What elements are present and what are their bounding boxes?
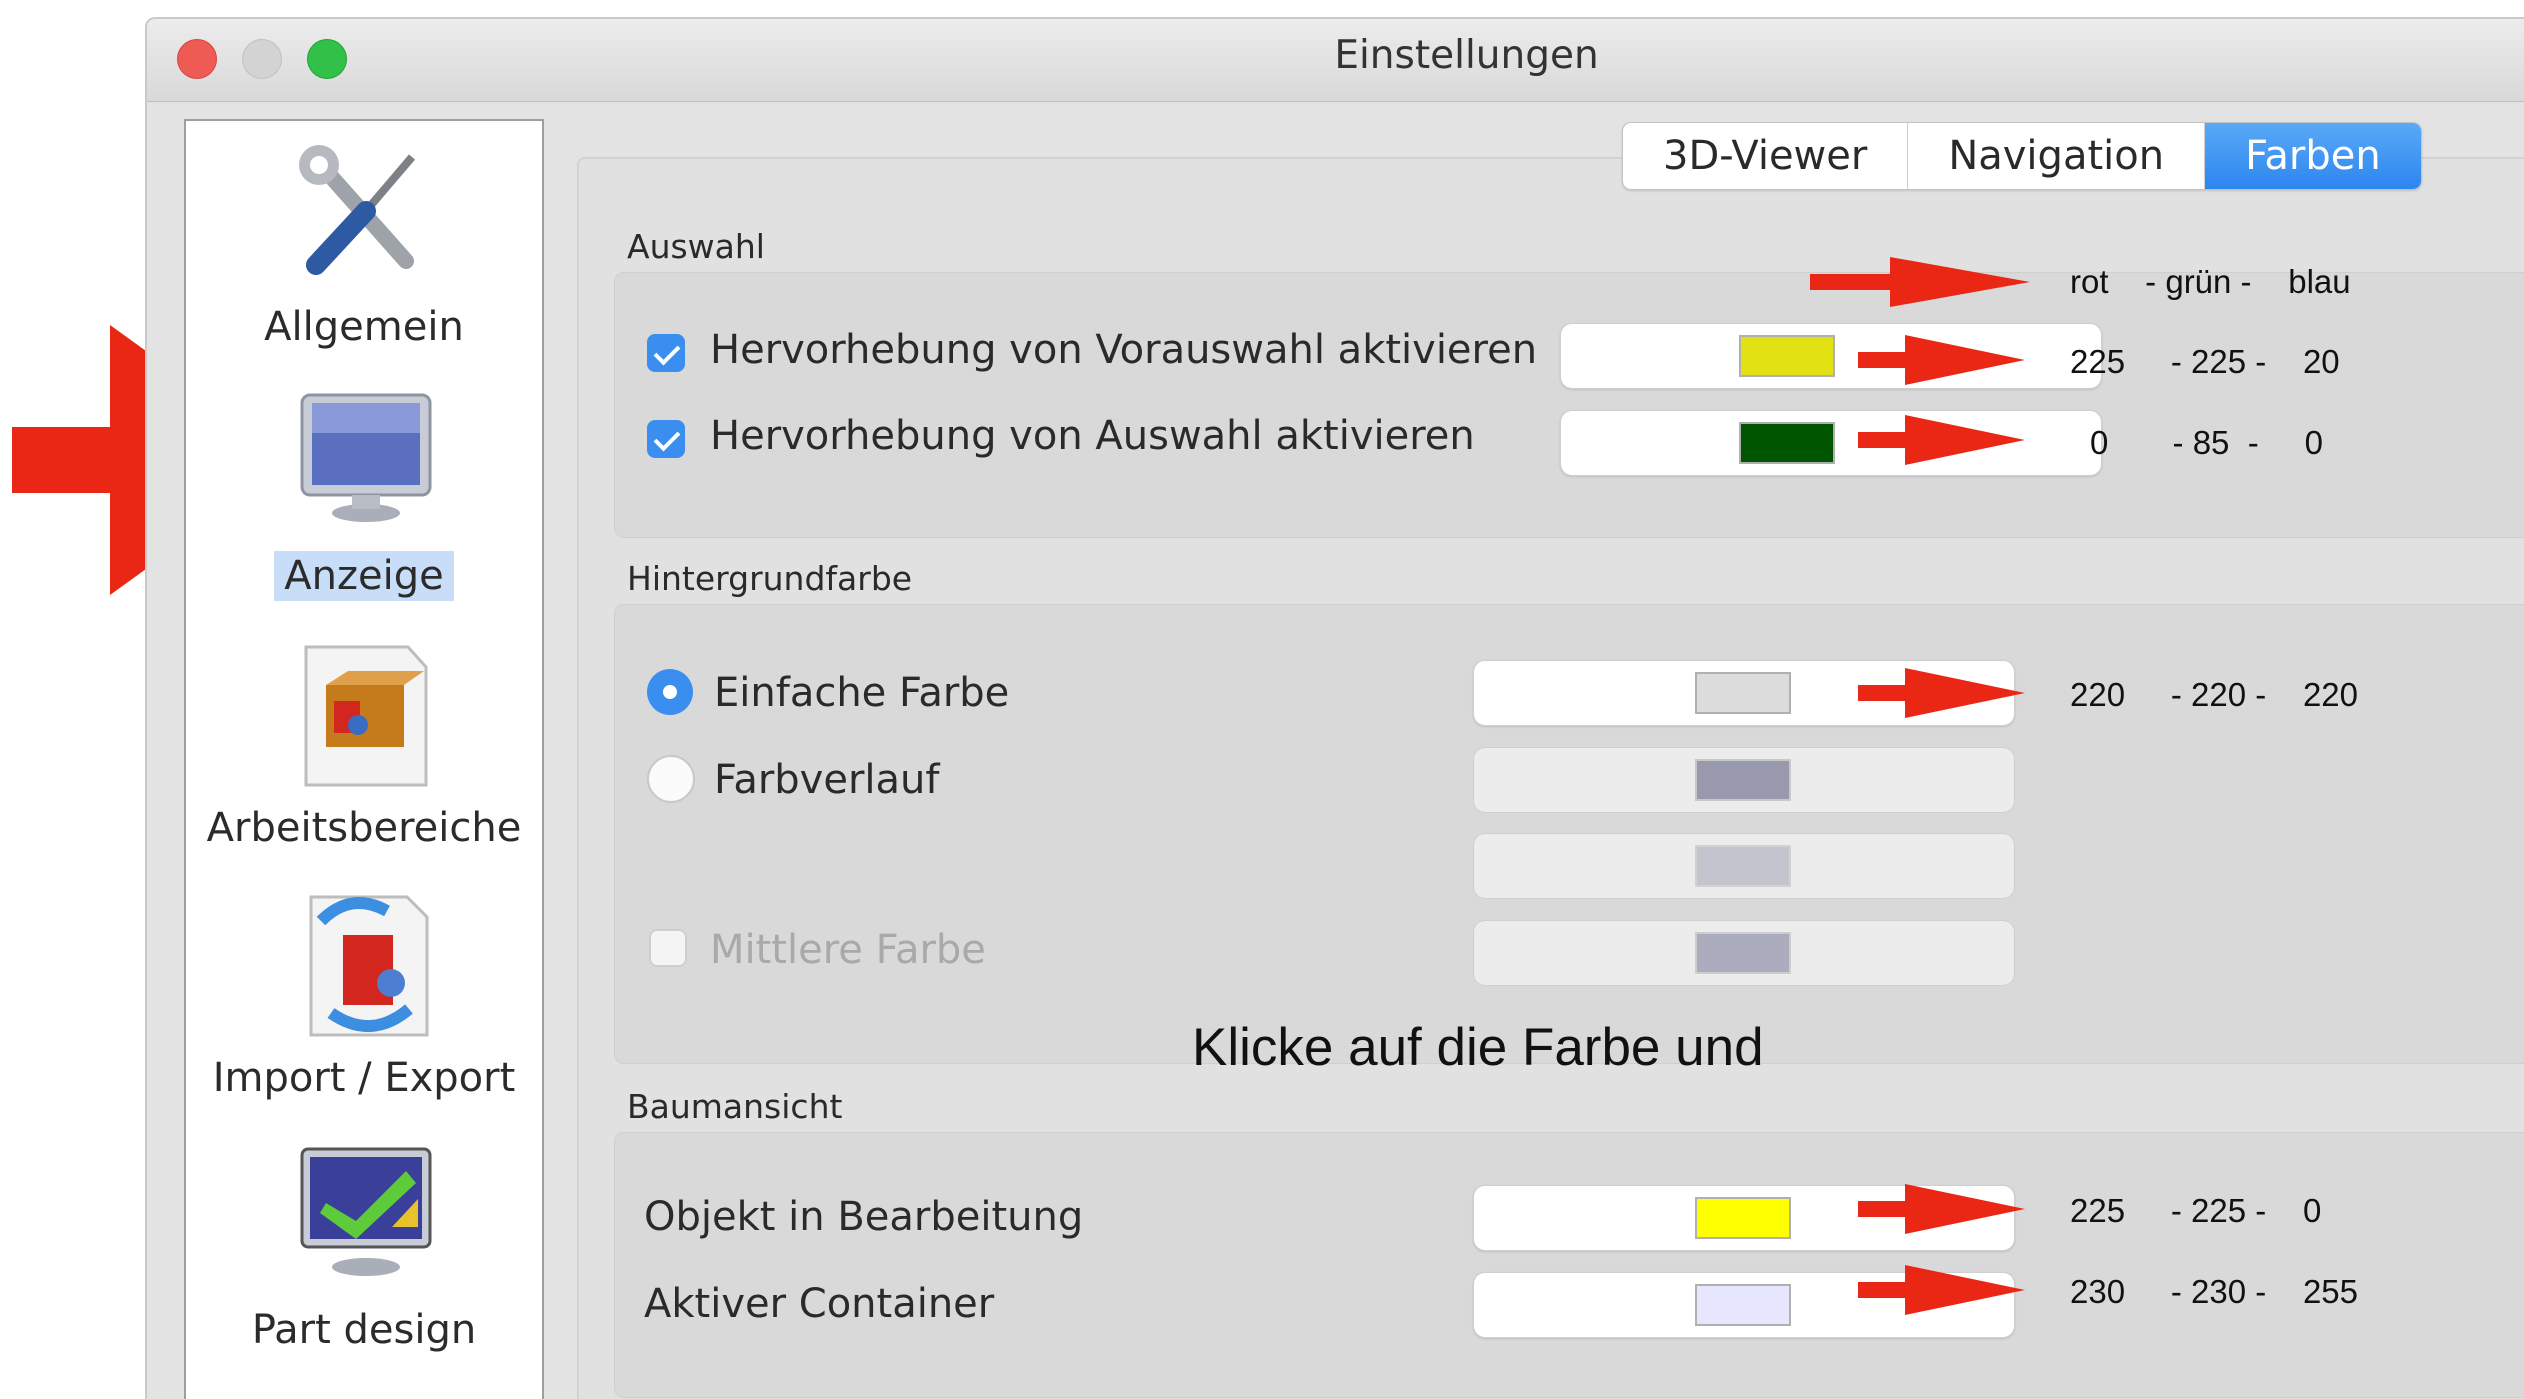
arrow-auswahl	[1858, 415, 2025, 465]
rgb-header-annotation: rot - grün - blau	[2070, 263, 2351, 300]
arrow-header	[1810, 257, 2030, 307]
arrow-aktiver-container	[1858, 1265, 2025, 1315]
rgb-value-auswahl: 0 - 85 - 0	[2090, 424, 2323, 461]
instruction-hint-text: Klicke auf die Farbe und	[1192, 1018, 1764, 1077]
rgb-value-vorauswahl: 225 - 225 - 20	[2070, 343, 2340, 380]
rgb-value-aktiver-container: 230 - 230 - 255	[2070, 1273, 2359, 1310]
arrow-objekt-in-bearbeitung	[1858, 1184, 2025, 1234]
arrow-vorauswahl	[1858, 335, 2025, 385]
rgb-value-einfache-farbe: 220 - 220 - 220	[2070, 676, 2359, 713]
rgb-value-objekt-in-bearbeitung: 225 - 225 - 0	[2070, 1192, 2322, 1229]
arrow-einfache-farbe	[1858, 668, 2025, 718]
